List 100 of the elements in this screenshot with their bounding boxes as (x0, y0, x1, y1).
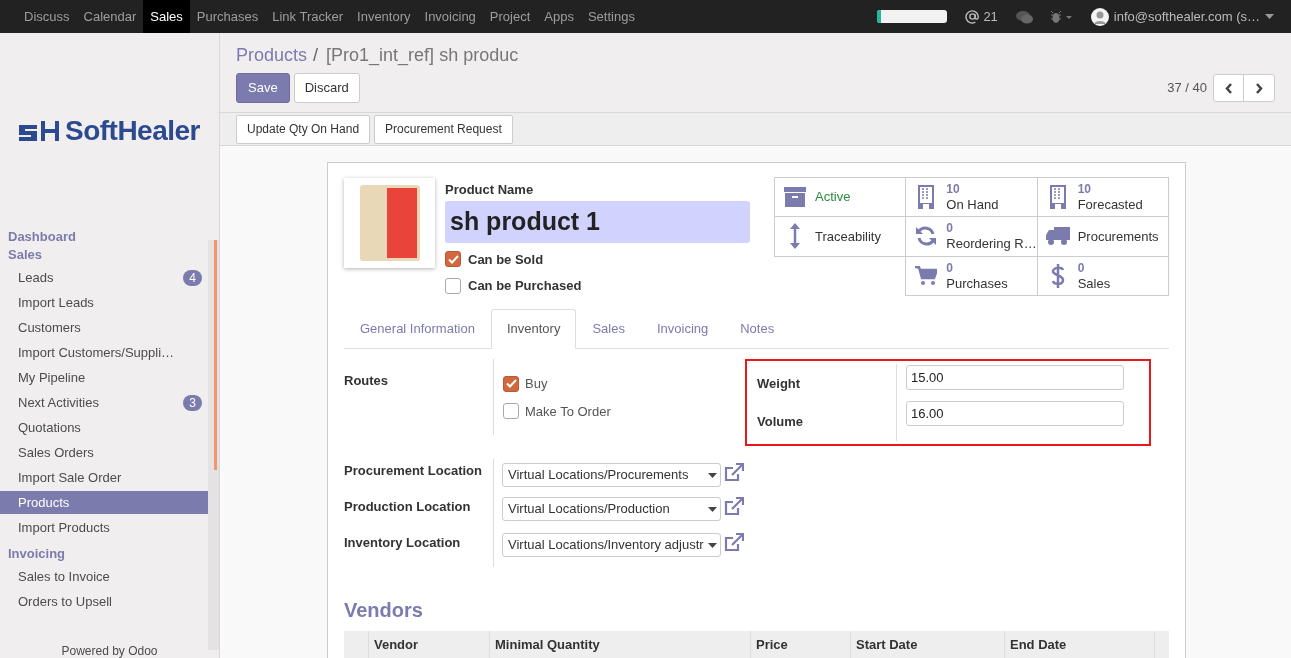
column-header[interactable]: End Date (1010, 635, 1067, 655)
product-name-field[interactable]: sh product 1 (445, 200, 750, 243)
checkbox[interactable] (503, 375, 519, 392)
sidebar-item[interactable]: Sales to Invoice (0, 565, 208, 588)
menu-item[interactable]: Project (482, 0, 538, 33)
checkbox-label: Can be Sold (468, 250, 544, 269)
breadcrumb-separator: / (313, 43, 319, 67)
input-field[interactable]: 16.00 (906, 401, 1124, 426)
scrollbar[interactable] (208, 240, 219, 650)
menu-item[interactable]: Invoicing (417, 0, 483, 33)
menu-item[interactable]: Link Tracker (265, 0, 351, 33)
sidebar-item-label: Sales Orders (18, 443, 94, 462)
mention-count[interactable]: 21 (983, 6, 998, 27)
sidebar-item[interactable]: Orders to Upsell (0, 590, 208, 613)
tab[interactable]: Invoicing (640, 309, 725, 349)
menu-item[interactable]: Inventory (350, 0, 418, 33)
input-field[interactable]: 15.00 (906, 365, 1124, 390)
sidebar-item-label: My Pipeline (18, 368, 86, 387)
sidebar-item[interactable]: Products (0, 491, 208, 514)
menu-item[interactable]: Sales (143, 0, 190, 33)
save-button[interactable]: Save (236, 73, 290, 103)
avatar-icon[interactable] (1090, 7, 1109, 26)
pager-value: 37 / 40 (1167, 79, 1207, 98)
sidebar-item[interactable]: My Pipeline (0, 366, 208, 389)
field-label: Routes (344, 372, 390, 390)
smart-button[interactable]: 0 Sales (1036, 255, 1169, 296)
sidebar-item-label: Sales to Invoice (18, 567, 110, 586)
stat-value: 10 (946, 182, 961, 198)
field-label: Volume (757, 413, 804, 429)
caret-icon[interactable] (1265, 13, 1274, 20)
sidebar-item[interactable]: Customers (0, 316, 208, 339)
scrollbar-thumb[interactable] (214, 240, 217, 470)
checkbox[interactable] (445, 251, 461, 268)
stat-value: 0 (946, 221, 954, 237)
section-heading: Vendors (344, 598, 424, 623)
sidebar-item[interactable]: Import Customers/Suppli… (0, 341, 208, 364)
tab[interactable]: Sales (576, 309, 641, 349)
powered-by-text: Powered by Odoo (61, 643, 158, 658)
field-label: Inventory Location (344, 534, 462, 552)
column-header[interactable]: Vendor (374, 635, 419, 655)
chat-icon[interactable] (1015, 9, 1033, 24)
menu-item[interactable]: Calendar (76, 0, 144, 33)
menu-item[interactable]: Settings (580, 0, 642, 33)
checkbox[interactable] (503, 403, 519, 420)
building-icon (918, 185, 935, 210)
header-button[interactable]: Update Qty On Hand (236, 114, 371, 144)
breadcrumb-link[interactable]: Products (236, 41, 308, 69)
bug-icon[interactable] (1050, 10, 1073, 23)
sidebar-item[interactable]: Next Activities 3 (0, 391, 208, 414)
stat-label: Sales (1077, 275, 1111, 291)
caret-icon[interactable] (708, 542, 717, 548)
caret-icon[interactable] (708, 506, 717, 512)
sidebar-item-label: Import Leads (18, 293, 94, 312)
column-header[interactable]: Minimal Quantity (495, 635, 600, 655)
at-sign-icon[interactable] (965, 9, 981, 24)
product-image[interactable] (344, 178, 435, 268)
sidebar-item-label: Import Products (18, 518, 110, 537)
sidebar-item-label: Next Activities (18, 393, 99, 412)
sidebar-item[interactable]: Import Products (0, 516, 208, 539)
tab[interactable]: General Information (344, 309, 491, 349)
menu-item[interactable]: Discuss (17, 0, 77, 33)
menu-item[interactable]: Apps (537, 0, 581, 33)
field-label: Product Name (445, 181, 535, 199)
external-link-icon[interactable] (724, 533, 744, 552)
column-header[interactable]: Start Date (856, 635, 918, 655)
dropdown-field[interactable]: Virtual Locations/Procurements (502, 463, 721, 487)
tab[interactable]: Inventory (490, 309, 577, 349)
stat-label: Forecasted (1077, 197, 1143, 213)
smart-button[interactable]: Traceability (774, 216, 907, 257)
tab[interactable]: Notes (724, 309, 791, 349)
sidebar-item[interactable]: Sales Orders (0, 441, 208, 464)
sidebar-item-label: Customers (18, 318, 81, 337)
field-label: Weight (757, 375, 802, 391)
chevron-left-icon (1224, 82, 1233, 94)
caret-icon[interactable] (708, 472, 717, 478)
dropdown-field[interactable]: Virtual Locations/Production (502, 497, 721, 521)
sidebar-item[interactable]: Quotations (0, 416, 208, 439)
checkbox[interactable] (445, 277, 461, 294)
external-link-icon[interactable] (724, 497, 744, 516)
dollar-icon (1050, 262, 1065, 289)
stat-value: 0 (946, 260, 954, 276)
header-button[interactable]: Procurement Request (374, 114, 513, 144)
stat-label: On Hand (946, 197, 999, 213)
smart-button[interactable]: 10 Forecasted (1036, 177, 1169, 218)
smart-button[interactable]: 0 Purchases (905, 255, 1038, 296)
sidebar-item[interactable]: Import Sale Order (0, 466, 208, 489)
user-menu[interactable]: info@softhealer.com (s… (1113, 6, 1260, 27)
sidebar-item[interactable]: Leads 4 (0, 266, 208, 289)
dropdown-field[interactable]: Virtual Locations/Inventory adjustr (502, 533, 721, 557)
column-header[interactable]: Price (756, 635, 788, 655)
checkbox-label: Can be Purchased (468, 277, 582, 295)
menu-item[interactable]: Purchases (189, 0, 266, 33)
discard-button[interactable]: Discard (293, 73, 360, 103)
logo-text: SoftHealer (64, 113, 200, 148)
count-badge: 4 (183, 269, 202, 286)
external-link-icon[interactable] (724, 463, 744, 482)
archive-box-icon (784, 186, 806, 209)
smart-button[interactable]: Active (774, 177, 907, 218)
sidebar-item[interactable]: Import Leads (0, 291, 208, 314)
field-label: Production Location (344, 498, 472, 516)
